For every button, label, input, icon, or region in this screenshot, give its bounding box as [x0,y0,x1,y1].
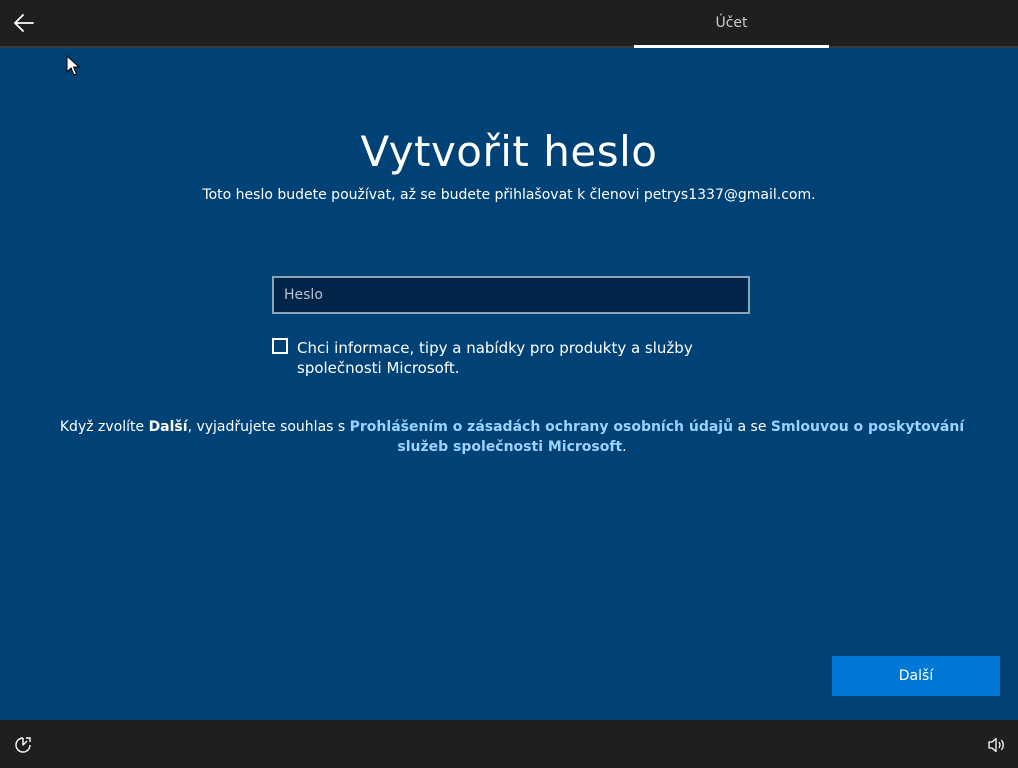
marketing-checkbox-label[interactable]: Chci informace, tipy a nabídky pro produ… [297,338,762,378]
volume-icon [988,737,1004,753]
volume-button[interactable] [986,734,1008,756]
marketing-opt-in: Chci informace, tipy a nabídky pro produ… [272,338,762,378]
password-input[interactable] [274,278,748,312]
mouse-cursor-icon [66,55,80,76]
privacy-statement-link[interactable]: Prohlášením o zásadách ochrany osobních … [350,419,733,435]
ease-of-access-button[interactable] [12,734,34,756]
marketing-checkbox[interactable] [272,338,288,354]
oobe-window: Účet Vytvořit heslo Toto heslo budete po… [0,0,1018,768]
arrow-left-icon [14,14,34,32]
password-field-frame [272,276,750,314]
top-bar: Účet [0,0,1018,48]
consent-prefix: Když zvolíte [59,419,149,435]
page-subtitle: Toto heslo budete používat, až se budete… [202,187,816,203]
consent-next-word: Další [148,419,188,435]
next-button[interactable]: Další [832,656,1000,696]
ease-of-access-icon [15,737,31,753]
tab-account: Účet [715,15,748,31]
bottom-bar [0,720,1018,768]
consent-suffix: . [622,439,627,455]
consent-conjunction: a se [733,419,771,435]
back-button[interactable] [8,7,40,39]
consent-text: Když zvolíte Další, vyjadřujete souhlas … [40,417,984,457]
page-title: Vytvořit heslo [360,127,658,176]
tab-active-indicator [634,45,829,48]
consent-middle: , vyjadřujete souhlas s [187,419,350,435]
